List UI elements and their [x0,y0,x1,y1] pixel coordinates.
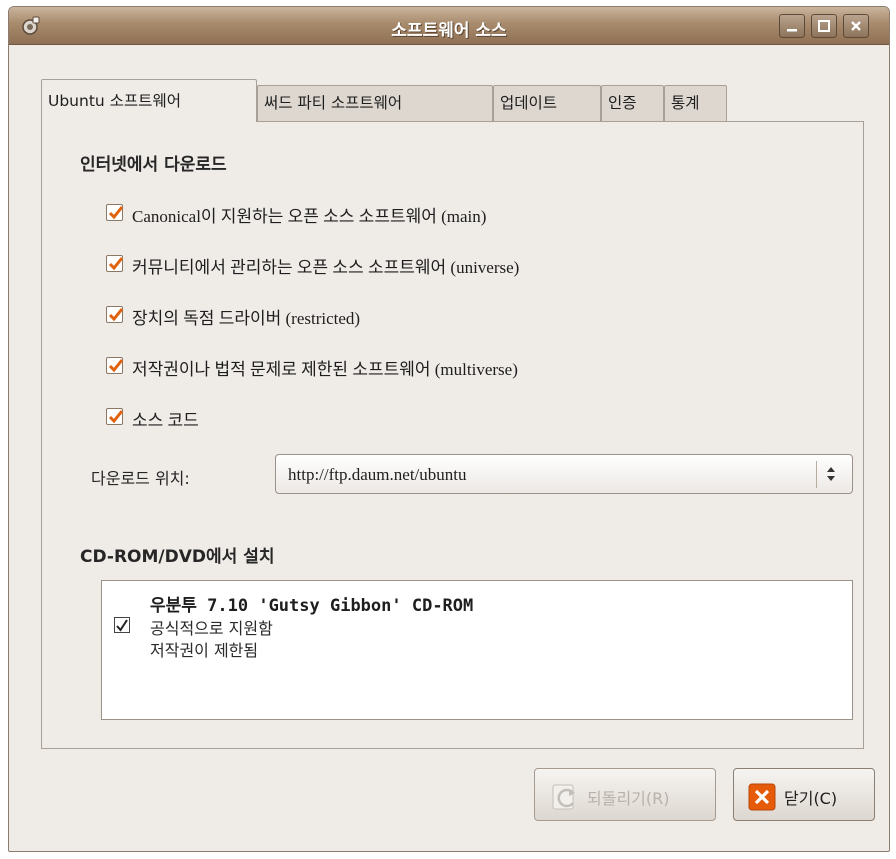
close-button-label: 닫기(C) [784,789,838,808]
checkbox-main[interactable] [106,204,124,221]
tab-ubuntu-software[interactable]: Ubuntu 소프트웨어 [41,79,257,122]
option-label: 장치의 독점 드라이버 (restricted) [132,309,361,328]
option-source-code[interactable]: 소스 코드 [106,406,266,430]
maximize-button[interactable] [811,14,837,38]
checkbox-source-code[interactable] [106,408,124,425]
minimize-button[interactable] [779,14,805,38]
download-location-label: 다운로드 위치: [91,469,190,488]
internet-section-title: 인터넷에서 다운로드 [80,155,227,175]
checkbox-restricted[interactable] [106,306,124,323]
close-button[interactable]: 닫기(C) [733,768,875,821]
cdrom-item-checkbox[interactable] [114,617,130,633]
cdrom-item-copyright: 저작권이 제한됨 [150,641,259,660]
option-main[interactable]: Canonical이 지원하는 오픈 소스 소프트웨어 (main) [106,202,666,226]
option-label: 저작권이나 법적 문제로 제한된 소프트웨어 (multiverse) [132,360,518,379]
option-label: 커뮤니티에서 관리하는 오픈 소스 소프트웨어 (universe) [132,258,520,277]
checkbox-universe[interactable] [106,255,124,272]
software-sources-window: 소프트웨어 소스 Ubuntu 소프트웨어 써드 파티 소프트웨어 업데이트 인… [8,6,890,852]
window-title: 소프트웨어 소스 [391,21,507,41]
download-location-select[interactable]: http://ftp.daum.net/ubuntu [275,454,853,494]
tab-panel-ubuntu-software: 인터넷에서 다운로드 Canonical이 지원하는 오픈 소스 소프트웨어 (… [41,121,864,749]
download-location-value: http://ftp.daum.net/ubuntu [288,465,467,484]
cdrom-item-support: 공식적으로 지원함 [150,619,273,638]
checkbox-multiverse[interactable] [106,357,124,374]
revert-button[interactable]: 되돌리기(R) [534,768,716,821]
option-multiverse[interactable]: 저작권이나 법적 문제로 제한된 소프트웨어 (multiverse) [106,355,716,379]
cdrom-item-title: 우분투 7.10 'Gutsy Gibbon' CD-ROM [150,596,474,616]
tab-third-party-software[interactable]: 써드 파티 소프트웨어 [257,85,493,121]
combo-separator [816,461,817,488]
cdrom-section-title: CD-ROM/DVD에서 설치 [80,547,275,567]
title-bar[interactable]: 소프트웨어 소스 [9,7,889,45]
option-restricted[interactable]: 장치의 독점 드라이버 (restricted) [106,304,486,328]
revert-icon [549,783,579,815]
tab-authentication[interactable]: 인증 [601,85,664,121]
revert-button-label: 되돌리기(R) [587,789,670,808]
option-universe[interactable]: 커뮤니티에서 관리하는 오픈 소스 소프트웨어 (universe) [106,253,716,277]
option-label: Canonical이 지원하는 오픈 소스 소프트웨어 (main) [132,207,487,226]
close-window-button[interactable] [843,14,869,38]
cdrom-list[interactable]: 우분투 7.10 'Gutsy Gibbon' CD-ROM 공식적으로 지원함… [101,580,853,720]
option-label: 소스 코드 [132,411,199,430]
tab-statistics[interactable]: 통계 [664,85,727,121]
up-down-arrows-icon [824,464,838,488]
tab-updates[interactable]: 업데이트 [493,85,601,121]
close-icon [748,783,776,815]
